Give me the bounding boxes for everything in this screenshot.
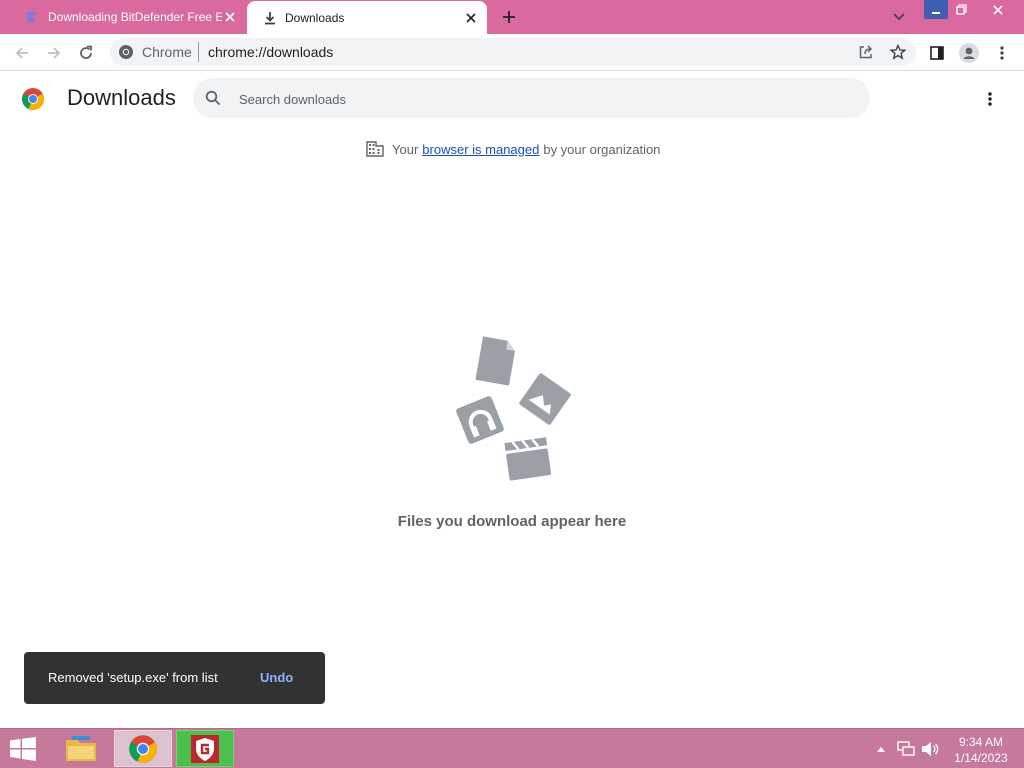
toast-message: Removed 'setup.exe' from list [48, 670, 218, 685]
windows-logo-icon [10, 737, 36, 761]
volume-button[interactable] [920, 737, 940, 761]
empty-state-message: Files you download appear here [397, 513, 627, 530]
undo-button[interactable]: Undo [260, 670, 293, 685]
folder-icon [66, 735, 96, 761]
chevron-down-icon [893, 12, 905, 20]
share-button[interactable] [858, 44, 874, 60]
chrome-icon [129, 734, 157, 763]
g-data-shield-icon [191, 734, 219, 763]
managed-suffix: by your organization [543, 141, 661, 157]
chrome-menu-button[interactable] [991, 42, 1013, 64]
downloads-header: Downloads [0, 72, 1024, 128]
taskbar-chrome[interactable] [114, 730, 172, 767]
reload-icon [80, 45, 92, 59]
taskbar-file-explorer[interactable] [52, 730, 110, 767]
managed-notice: Your browser is managed by your organiza… [366, 140, 660, 158]
minimize-button[interactable] [924, 0, 948, 19]
side-panel-button[interactable] [926, 42, 948, 64]
audio-file-icon [456, 396, 504, 444]
tab-title: Downloading BitDefender Free Edition [48, 9, 222, 24]
network-button[interactable] [896, 737, 916, 761]
search-downloads[interactable] [193, 78, 870, 118]
image-icon [519, 373, 571, 425]
profile-button[interactable] [958, 42, 980, 64]
chrome-logo-icon [22, 88, 44, 110]
bookmark-button[interactable] [890, 44, 906, 60]
tab-search-button[interactable] [889, 7, 909, 26]
browser-toolbar: Chrome chrome://downloads [0, 34, 1024, 71]
site-label: Chrome [142, 44, 192, 60]
url-text[interactable]: chrome://downloads [208, 44, 333, 60]
search-input[interactable] [237, 87, 841, 111]
system-clock[interactable]: 9:34 AM 1/14/2023 [946, 734, 1016, 766]
restore-button[interactable] [949, 0, 974, 19]
forward-button[interactable] [43, 42, 65, 64]
clock-date: 1/14/2023 [954, 751, 1008, 765]
plus-icon [503, 11, 515, 23]
managed-link[interactable]: browser is managed [422, 142, 539, 157]
back-button[interactable] [11, 42, 33, 64]
document-icon [475, 336, 515, 386]
tab-strip: Downloading BitDefender Free Edition Dow… [0, 0, 1024, 34]
address-separator [198, 42, 199, 62]
chrome-icon [119, 45, 133, 59]
show-hidden-icons-button[interactable] [874, 737, 888, 761]
close-icon [993, 4, 1003, 15]
minimize-icon [932, 11, 940, 14]
close-icon[interactable] [222, 9, 238, 25]
more-vert-icon [988, 92, 992, 106]
page-title: Downloads [67, 85, 176, 110]
tab-downloads[interactable]: Downloads [247, 1, 487, 34]
close-icon[interactable] [463, 10, 479, 26]
taskbar: 9:34 AM 1/14/2023 [0, 728, 1024, 768]
network-icon [897, 741, 915, 756]
new-tab-button[interactable] [498, 6, 520, 28]
address-bar[interactable]: Chrome chrome://downloads [110, 38, 916, 66]
restore-icon [956, 4, 967, 15]
building-icon [366, 141, 384, 157]
removed-toast: Removed 'setup.exe' from list Undo [24, 652, 325, 704]
video-icon [504, 437, 552, 481]
empty-downloads-illustration [456, 336, 571, 481]
bitdefender-favicon-icon [27, 11, 37, 22]
taskbar-g-data[interactable] [176, 730, 234, 767]
caret-up-icon [877, 747, 885, 752]
reload-button[interactable] [75, 42, 97, 64]
share-icon [859, 45, 873, 59]
star-icon [890, 44, 906, 60]
managed-prefix: Your [392, 141, 419, 157]
avatar-icon [959, 43, 979, 63]
arrow-right-icon [48, 47, 61, 59]
tab-title: Downloads [285, 10, 345, 25]
clock-time: 9:34 AM [958, 735, 1004, 749]
tab-bitdefender[interactable]: Downloading BitDefender Free Edition [8, 0, 246, 33]
start-button[interactable] [8, 736, 38, 762]
more-vert-icon [1000, 46, 1004, 60]
side-panel-icon [930, 46, 944, 60]
download-icon [265, 11, 275, 24]
speaker-icon [922, 742, 939, 756]
downloads-more-actions-button[interactable] [980, 89, 1000, 109]
search-icon [205, 90, 221, 106]
window-close-button[interactable] [975, 0, 1021, 19]
arrow-left-icon [15, 47, 28, 59]
